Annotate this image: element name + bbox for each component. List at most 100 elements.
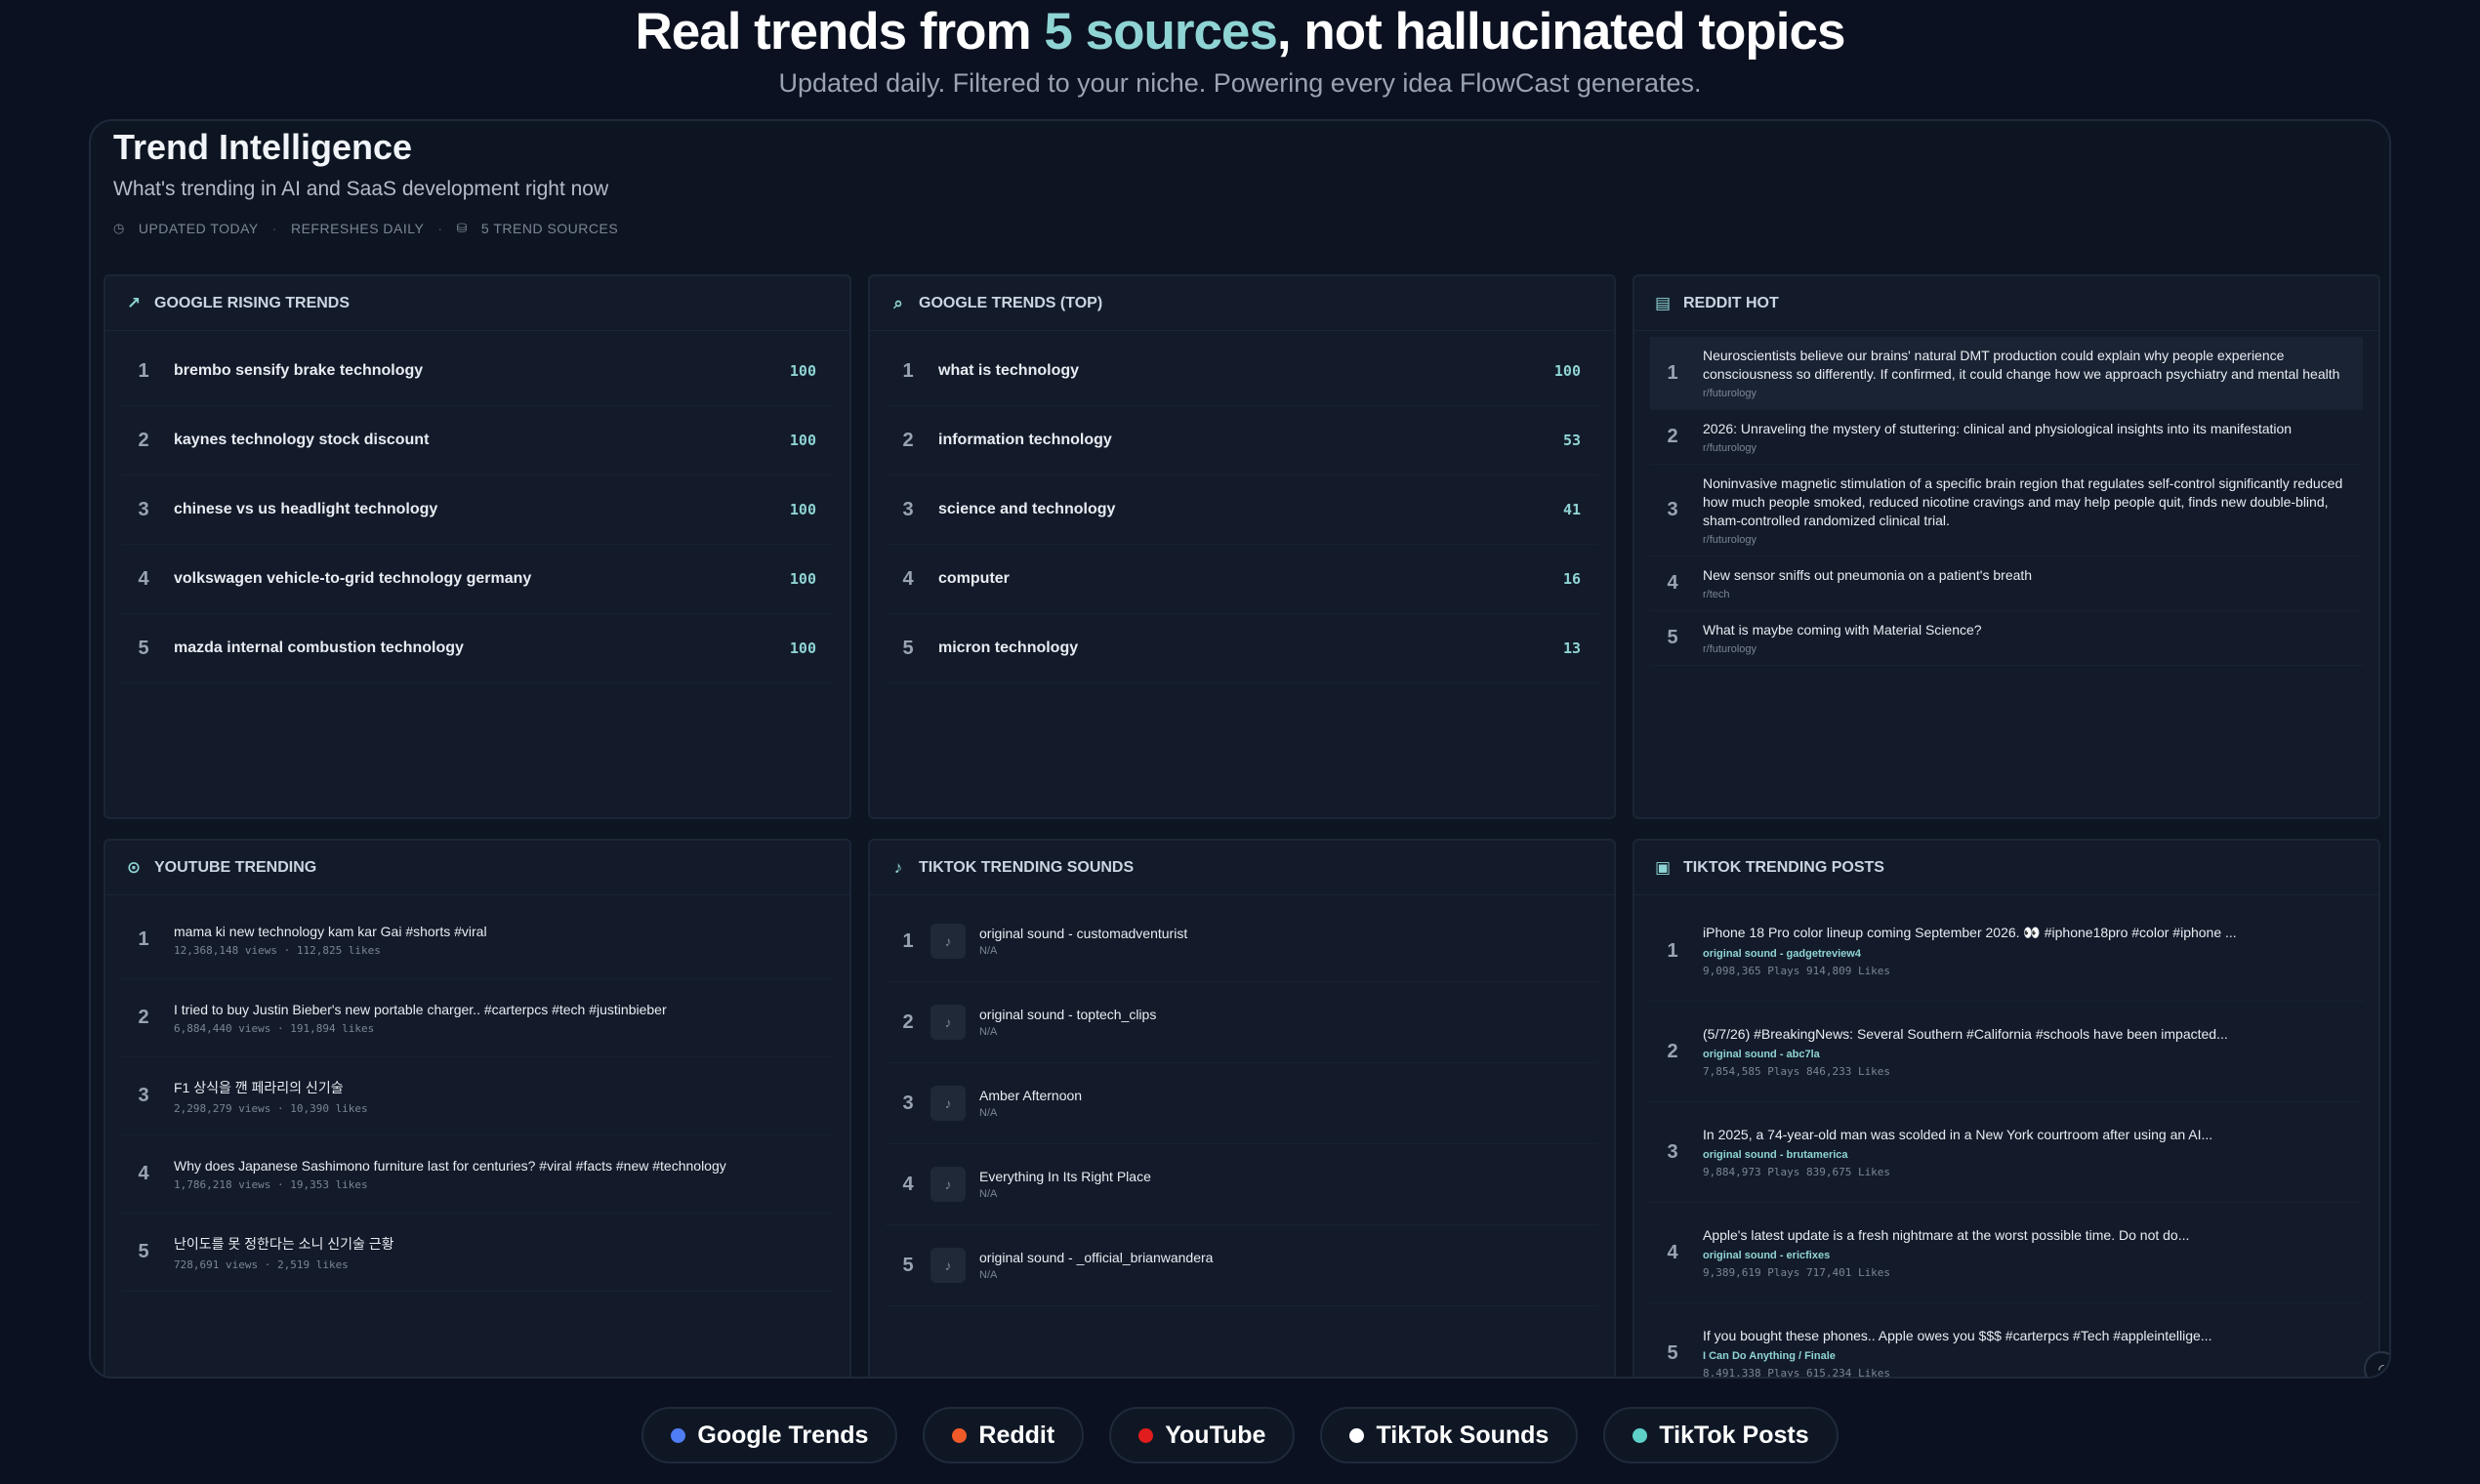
search-icon: ⌕ [893, 293, 903, 312]
music-note-icon: ♪ [930, 1005, 966, 1040]
card-header: ♪ TIKTOK TRENDING SOUNDS [870, 841, 1614, 895]
subreddit: r/futurology [1703, 534, 1757, 546]
clock-icon: ◷ [113, 221, 125, 235]
database-icon: ⛁ [456, 221, 468, 235]
list-item[interactable]: 1 Neuroscientists believe our brains' nat… [1650, 337, 2363, 410]
list-item[interactable]: 2 ♪ original sound - toptech_clips N/A [886, 982, 1598, 1063]
list-item[interactable]: 4 New sensor sniffs out pneumonia on a pa… [1650, 556, 2363, 611]
list-item[interactable]: 5 난이도를 못 정한다는 소니 신기술 근황 728,691 views · 2,… [121, 1214, 834, 1292]
music-note-icon: ♪ [893, 857, 903, 877]
post-stats: 9,098,365 Plays 914,809 Likes [1703, 965, 1891, 977]
list-item[interactable]: 4 computer 16 [886, 545, 1598, 614]
google-rising-card: ↗ GOOGLE RISING TRENDS 1 brembo sensify b… [103, 274, 851, 819]
rank: 5 [138, 1241, 149, 1262]
list-item[interactable]: 5 If you bought these phones.. Apple owes… [1650, 1303, 2363, 1378]
card-header: ⊙ YOUTUBE TRENDING [105, 841, 849, 895]
post-sound: I Can Do Anything / Finale [1703, 1349, 1836, 1362]
card-header: ▤ REDDIT HOT [1634, 276, 2378, 331]
rank: 1 [1667, 939, 1678, 962]
card-header: ▣ TIKTOK TRENDING POSTS [1634, 841, 2378, 895]
rank: 4 [138, 1163, 149, 1184]
chip-google-trends[interactable]: Google Trends [641, 1407, 898, 1463]
post-title: Neuroscientists believe our brains' natu… [1703, 348, 2340, 382]
post-title: (5/7/26) #BreakingNews: Several Southern… [1703, 1025, 2228, 1042]
dot-icon [1138, 1427, 1154, 1443]
list-item[interactable]: 2 (5/7/26) #BreakingNews: Several Souther… [1650, 1002, 2363, 1102]
list-item[interactable]: 3 ♪ Amber Afternoon N/A [886, 1063, 1598, 1144]
trend-score: 100 [789, 362, 816, 380]
list-item[interactable]: 4 Why does Japanese Sashimono furniture l… [121, 1135, 834, 1214]
list-item[interactable]: 1 mama ki new technology kam kar Gai #sho… [121, 901, 834, 979]
list-item[interactable]: 3 F1 상식을 깬 페라리의 신기술 2,298,279 views · 10,3… [121, 1057, 834, 1135]
rank: 5 [902, 637, 914, 659]
video-title: F1 상식을 깬 페라리의 신기술 [174, 1079, 344, 1095]
trend-term: information technology [938, 432, 1112, 448]
sound-title: Everything In Its Right Place [979, 1169, 1151, 1184]
list-item[interactable]: 3 science and technology 41 [886, 475, 1598, 545]
list-item[interactable]: 5 mazda internal combustion technology 100 [121, 614, 834, 683]
post-title: Noninvasive magnetic stimulation of a sp… [1703, 475, 2343, 528]
post-sound: original sound - ericfixes [1703, 1249, 1831, 1261]
music-note-icon: ♪ [930, 924, 966, 959]
video-stats: 2,298,279 views · 10,390 likes [174, 1101, 368, 1115]
rank: 5 [1667, 1341, 1678, 1364]
rank: 2 [1667, 1040, 1678, 1062]
hero-subtitle: Updated daily. Filtered to your niche. P… [778, 68, 1702, 98]
post-title: New sensor sniffs out pneumonia on a pat… [1703, 567, 2033, 583]
rank: 1 [902, 929, 914, 952]
list-item[interactable]: 4 ♪ Everything In Its Right Place N/A [886, 1144, 1598, 1225]
chip-reddit[interactable]: Reddit [923, 1407, 1085, 1463]
list-item[interactable]: 3 In 2025, a 74-year-old man was scolded … [1650, 1102, 2363, 1203]
list-item[interactable]: 5 What is maybe coming with Material Scie… [1650, 611, 2363, 666]
list-item[interactable]: 1 iPhone 18 Pro color lineup coming Septe… [1650, 901, 2363, 1002]
card-header: ⌕ GOOGLE TRENDS (TOP) [870, 276, 1614, 331]
dot-icon [671, 1427, 686, 1443]
trend-term: mazda internal combustion technology [174, 639, 464, 656]
list-item[interactable]: 2 information technology 53 [886, 406, 1598, 475]
list-item[interactable]: 3 Noninvasive magnetic stimulation of a s… [1650, 465, 2363, 556]
chip-youtube[interactable]: YouTube [1109, 1407, 1296, 1463]
panel-meta: ◷ UPDATED TODAY · REFRESHES DAILY · ⛁ 5 … [113, 221, 618, 236]
video-stats: 6,884,440 views · 191,894 likes [174, 1021, 375, 1035]
list-item[interactable]: 1 brembo sensify brake technology 100 [121, 337, 834, 406]
rank: 2 [138, 429, 149, 451]
chip-label: TikTok Sounds [1376, 1421, 1550, 1449]
list-item[interactable]: 1 what is technology 100 [886, 337, 1598, 406]
list-item[interactable]: 5 micron technology 13 [886, 614, 1598, 683]
card-title: TIKTOK TRENDING SOUNDS [919, 858, 1135, 876]
rank: 5 [1667, 627, 1678, 648]
list-item[interactable]: 3 chinese vs us headlight technology 100 [121, 475, 834, 545]
sound-title: original sound - toptech_clips [979, 1007, 1157, 1022]
post-stats: 7,854,585 Plays 846,233 Likes [1703, 1064, 1891, 1078]
list-item[interactable]: 2 kaynes technology stock discount 100 [121, 406, 834, 475]
sound-title: original sound - customadventurist [979, 926, 1188, 941]
rank: 1 [138, 359, 149, 382]
list-item[interactable]: 4 volkswagen vehicle-to-grid technology g… [121, 545, 834, 614]
list-item[interactable]: 4 Apple's latest update is a fresh nightm… [1650, 1203, 2363, 1303]
hero-title-pre: Real trends from [635, 3, 1045, 61]
post-title: 2026: Unraveling the mystery of stutteri… [1703, 421, 2293, 436]
rank: 4 [902, 567, 914, 590]
rank: 4 [1667, 572, 1678, 594]
sound-sub: N/A [979, 1269, 998, 1281]
chip-tiktok-sounds[interactable]: TikTok Sounds [1320, 1407, 1579, 1463]
post-title: If you bought these phones.. Apple owes … [1703, 1327, 2212, 1343]
rank: 2 [1667, 426, 1678, 447]
rank: 1 [902, 359, 914, 382]
panel-title: Trend Intelligence [113, 127, 413, 167]
list-item[interactable]: 5 ♪ original sound - _official_brianwander… [886, 1225, 1598, 1306]
subreddit: r/tech [1703, 589, 1730, 600]
chip-tiktok-posts[interactable]: TikTok Posts [1603, 1407, 1839, 1463]
trend-score: 100 [789, 570, 816, 588]
chip-label: TikTok Posts [1659, 1421, 1809, 1449]
rank: 3 [1667, 499, 1678, 520]
rank: 3 [1667, 1140, 1678, 1163]
sound-title: original sound - _official_brianwandera [979, 1250, 1214, 1265]
post-sound: original sound - gadgetreview4 [1703, 948, 1861, 960]
list-item[interactable]: 1 ♪ original sound - customadventurist N/A [886, 901, 1598, 982]
post-sound: original sound - abc7la [1703, 1048, 1820, 1060]
sound-sub: N/A [979, 1026, 998, 1038]
list-item[interactable]: 2 2026: Unraveling the mystery of stutter… [1650, 410, 2363, 465]
play-circle-icon: ⊙ [126, 857, 142, 877]
list-item[interactable]: 2 I tried to buy Justin Bieber's new port… [121, 979, 834, 1057]
